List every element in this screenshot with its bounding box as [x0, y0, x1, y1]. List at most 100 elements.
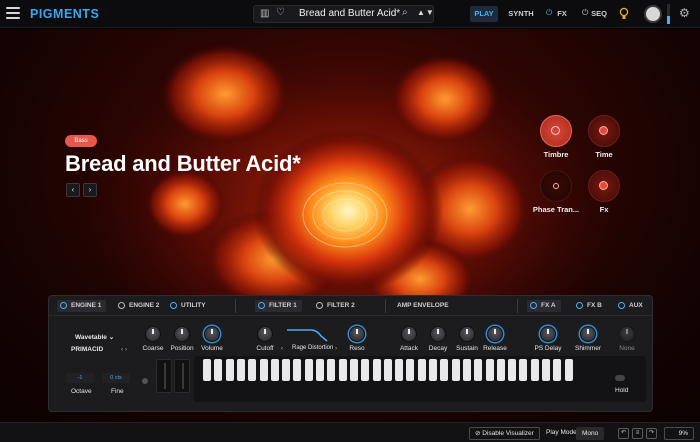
piano-key[interactable] [361, 359, 370, 381]
tab-fx-a[interactable]: FX A [527, 300, 561, 312]
reso-knob[interactable] [349, 326, 365, 342]
piano-key[interactable] [462, 359, 471, 381]
piano-key[interactable] [214, 359, 223, 381]
piano-key[interactable] [203, 359, 211, 381]
tab-utility[interactable]: UTILITY [167, 300, 206, 312]
preset-name-field[interactable]: Bread and Butter Acid* [299, 8, 400, 19]
macro-fx[interactable]: Fx [582, 170, 626, 214]
volume-knob[interactable] [204, 326, 220, 342]
tab-engine-2[interactable]: ENGINE 2 [115, 300, 159, 312]
preset-nav-arrows[interactable]: ▲▼ [417, 8, 435, 17]
tab-fx[interactable]: FX [555, 6, 569, 22]
library-icon[interactable]: ▥ [260, 8, 269, 19]
piano-key[interactable] [395, 359, 404, 381]
tab-filter-2[interactable]: FILTER 2 [313, 300, 355, 312]
tab-aux[interactable]: AUX [615, 300, 643, 312]
none-knob[interactable] [619, 326, 635, 342]
lightbulb-icon[interactable] [619, 7, 629, 21]
piano-key[interactable] [327, 359, 336, 381]
undo-icon[interactable]: ↶ [618, 428, 629, 439]
search-icon[interactable]: ⌕ [402, 7, 408, 18]
piano-key[interactable] [508, 359, 517, 381]
piano-key[interactable] [225, 359, 234, 381]
piano-key[interactable] [564, 359, 573, 381]
fine-value[interactable]: 0 cts [102, 373, 130, 383]
decay-knob[interactable] [430, 326, 446, 342]
piano-key[interactable] [542, 359, 550, 381]
next-preset-button[interactable]: › [83, 183, 97, 197]
link-dot[interactable] [142, 378, 148, 384]
piano-key[interactable] [429, 359, 437, 381]
tab-engine-1[interactable]: ENGINE 1 [57, 300, 107, 312]
keyboard[interactable] [194, 356, 646, 402]
piano-key[interactable] [485, 359, 494, 381]
filter-type[interactable]: Rage Distortion [292, 345, 333, 351]
piano-key[interactable] [372, 359, 381, 381]
tab-seq[interactable]: SEQ [591, 6, 607, 22]
piano-key[interactable] [293, 359, 302, 381]
list-icon[interactable]: ≡ [632, 428, 643, 439]
tab-filter-1[interactable]: FILTER 1 [255, 300, 302, 312]
piano-key[interactable] [383, 359, 392, 381]
hold-toggle[interactable] [615, 375, 625, 381]
macro-time[interactable]: Time [582, 115, 626, 159]
piano-key[interactable] [248, 359, 257, 381]
preset-browser-bar[interactable]: ▥ ♡ Bread and Butter Acid* ⌕ ▲▼ [253, 5, 434, 23]
macro-fx-knob[interactable] [588, 170, 620, 202]
pitch-bend-wheel[interactable] [156, 359, 172, 393]
disable-visualizer-button[interactable]: ⊘ Disable Visualizer [469, 427, 540, 440]
mod-wheel[interactable] [174, 359, 190, 393]
macro-phase-knob[interactable] [540, 170, 572, 202]
piano-key[interactable] [440, 359, 449, 381]
power-icon[interactable] [576, 302, 583, 309]
settings-gear-icon[interactable]: ⚙ [679, 6, 690, 20]
engine-type-select[interactable]: Wavetable ⌄ [75, 333, 114, 341]
piano-key[interactable] [417, 359, 426, 381]
piano-key[interactable] [519, 359, 528, 381]
play-mode-select[interactable]: Mono [576, 427, 605, 440]
power-icon[interactable] [170, 302, 177, 309]
piano-key[interactable] [530, 359, 539, 381]
macro-timbre[interactable]: Timbre [530, 115, 582, 159]
power-icon[interactable] [118, 302, 125, 309]
ps-delay-knob[interactable] [540, 326, 556, 342]
piano-key[interactable] [259, 359, 268, 381]
macro-timbre-knob[interactable] [540, 115, 572, 147]
piano-key[interactable] [406, 359, 415, 381]
piano-key[interactable] [304, 359, 313, 381]
piano-key[interactable] [474, 359, 483, 381]
tab-synth[interactable]: SYNTH [505, 6, 537, 22]
piano-key[interactable] [270, 359, 279, 381]
coarse-knob[interactable] [145, 326, 161, 342]
shimmer-knob[interactable] [580, 326, 596, 342]
power-icon[interactable] [618, 302, 625, 309]
heart-icon[interactable]: ♡ [276, 7, 285, 18]
piano-key[interactable] [316, 359, 324, 381]
tab-play[interactable]: PLAY [470, 6, 498, 22]
macro-time-knob[interactable] [588, 115, 620, 147]
attack-knob[interactable] [401, 326, 417, 342]
wavetable-nav-arrows[interactable]: ‹ › [121, 346, 127, 353]
piano-key[interactable] [349, 359, 358, 381]
menu-icon[interactable] [6, 7, 20, 19]
tab-amp-envelope[interactable]: AMP ENVELOPE [383, 300, 449, 312]
power-icon[interactable] [530, 302, 537, 309]
wavetable-name[interactable]: PRIMACID [71, 346, 103, 353]
piano-key[interactable] [553, 359, 562, 381]
category-tag[interactable]: Bass [65, 135, 97, 147]
cutoff-knob[interactable] [257, 326, 273, 342]
power-icon[interactable] [60, 302, 67, 309]
piano-key[interactable] [338, 359, 347, 381]
sustain-knob[interactable] [459, 326, 475, 342]
filter-prev-arrow[interactable]: ‹ [281, 345, 283, 352]
tab-fx-b[interactable]: FX B [573, 300, 602, 312]
piano-key[interactable] [236, 359, 245, 381]
position-knob[interactable] [174, 326, 190, 342]
piano-key[interactable] [496, 359, 505, 381]
power-icon[interactable] [316, 302, 323, 309]
master-volume-knob[interactable] [644, 5, 662, 23]
redo-icon[interactable]: ↷ [646, 428, 657, 439]
piano-key[interactable] [451, 359, 460, 381]
piano-key[interactable] [282, 359, 291, 381]
release-knob[interactable] [487, 326, 503, 342]
